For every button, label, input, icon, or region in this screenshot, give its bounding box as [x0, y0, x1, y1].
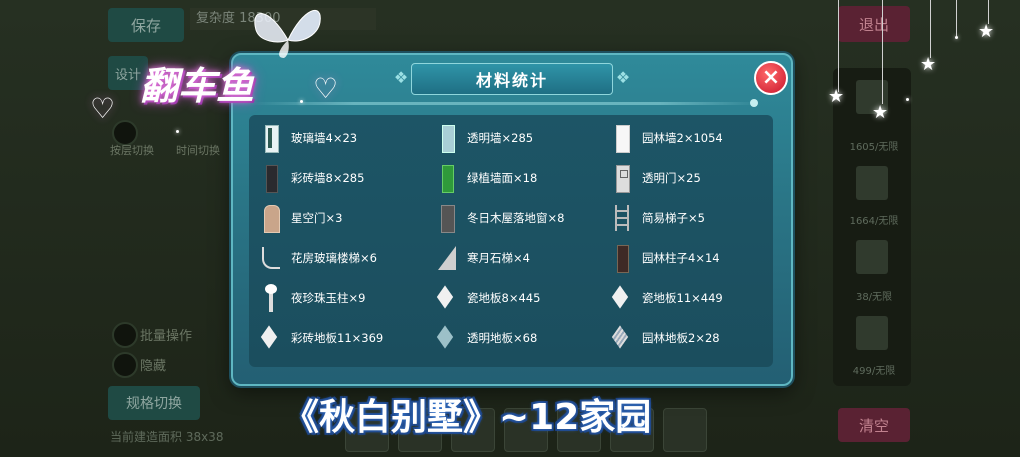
material-item: 瓷地板11×449 — [610, 283, 723, 313]
material-item: 园林柱子4×14 — [610, 243, 720, 273]
tile-grid-material-icon — [610, 324, 634, 352]
white-material-icon — [610, 124, 634, 153]
material-list: 玻璃墙4×23 透明墙×285 园林墙2×1054 彩砖墙8×285 绿植墙面×18 透明… — [249, 115, 773, 367]
sidebar-material-icon[interactable] — [856, 166, 888, 200]
star-string — [956, 0, 957, 36]
material-label: 园林墙2×1054 — [642, 131, 723, 145]
glass-material-icon — [259, 124, 283, 153]
hotbar-slot[interactable] — [663, 408, 707, 452]
material-item: 寒月石梯×4 — [435, 243, 530, 273]
star-string — [882, 0, 883, 104]
material-item: 玻璃墙4×23 — [259, 123, 357, 153]
star-string — [838, 0, 839, 92]
material-label: 瓷地板8×445 — [467, 291, 541, 305]
sparkle — [906, 98, 909, 101]
tile-material-icon — [435, 284, 459, 312]
material-item: 透明门×25 — [610, 163, 701, 193]
butterfly-icon — [254, 10, 321, 58]
material-label: 星空门×3 — [291, 211, 343, 225]
material-label: 花房玻璃楼梯×6 — [291, 251, 377, 265]
material-item: 夜珍珠玉柱×9 — [259, 283, 365, 313]
sidebar-count: 1664/无限 — [849, 216, 899, 227]
time-toggle-label: 时间切换 — [176, 144, 220, 157]
dialog-title-plate: ❖ 材料统计 ❖ — [394, 63, 630, 95]
exit-button[interactable]: 退出 — [838, 6, 910, 42]
material-label: 绿植墙面×18 — [467, 171, 538, 185]
ladder-material-icon — [610, 204, 634, 232]
material-item: 花房玻璃楼梯×6 — [259, 243, 377, 273]
material-item: 简易梯子×5 — [610, 203, 705, 233]
stair-material-icon — [259, 244, 283, 272]
material-label: 透明墙×285 — [467, 131, 534, 145]
sparkle — [176, 130, 179, 133]
batch-label: 批量操作 — [140, 329, 193, 344]
clear-button[interactable]: 清空 — [838, 408, 910, 442]
star-icon: ★ — [978, 21, 995, 42]
star-icon: ★ — [920, 54, 937, 75]
sidebar-count: 38/无限 — [855, 292, 893, 303]
material-label: 彩砖地板11×369 — [291, 331, 384, 345]
overlay-caption: 《秋白别墅》~12家园 — [283, 397, 652, 438]
heart-icon: ♡ — [313, 72, 339, 105]
lamp-material-icon — [259, 284, 283, 312]
sidebar-count: 499/无限 — [852, 366, 896, 377]
material-item: 绿植墙面×18 — [435, 163, 537, 193]
hide-label: 隐藏 — [140, 359, 167, 374]
material-item: 冬日木屋落地窗×8 — [435, 203, 564, 233]
door-material-icon — [610, 164, 634, 193]
material-item: 彩砖墙8×285 — [259, 163, 364, 193]
material-item: 园林地板2×28 — [610, 323, 720, 353]
material-label: 夜珍珠玉柱×9 — [291, 291, 366, 305]
layer-toggle-label: 按层切换 — [110, 144, 154, 157]
clear-material-icon — [435, 124, 459, 153]
star-string — [930, 0, 931, 58]
ornament-left-icon: ❖ — [393, 68, 409, 87]
door2-material-icon — [259, 204, 283, 233]
material-item: 透明地板×68 — [435, 323, 537, 353]
tile-material-icon — [610, 284, 634, 312]
material-item: 星空门×3 — [259, 203, 342, 233]
sidebar-material-icon[interactable] — [856, 316, 888, 350]
close-button[interactable]: × — [754, 61, 788, 95]
star-icon: ★ — [872, 102, 889, 123]
spec-switch-button[interactable]: 规格切换 — [108, 386, 200, 420]
divider-dot — [750, 99, 758, 107]
sidebar-count: 1605/无限 — [849, 142, 899, 153]
material-label: 寒月石梯×4 — [467, 251, 530, 265]
material-label: 透明门×25 — [642, 171, 701, 185]
sparkle — [300, 100, 303, 103]
material-label: 简易梯子×5 — [642, 211, 705, 225]
build-area-text: 当前建造面积 38x38 — [110, 430, 224, 444]
material-item: 透明墙×285 — [435, 123, 533, 153]
material-label: 瓷地板11×449 — [642, 291, 723, 305]
overlay-title: 翻车鱼 — [140, 64, 255, 108]
batch-checkbox[interactable] — [112, 322, 138, 348]
sparkle — [955, 36, 958, 39]
sidebar-material-icon[interactable] — [856, 240, 888, 274]
material-item: 园林墙2×1054 — [610, 123, 723, 153]
heart-icon: ♡ — [90, 92, 116, 125]
material-label: 玻璃墙4×23 — [291, 131, 358, 145]
material-label: 园林柱子4×14 — [642, 251, 720, 265]
window-material-icon — [435, 204, 459, 233]
ornament-right-icon: ❖ — [615, 68, 631, 87]
dark-material-icon — [259, 164, 283, 193]
tile-blue-material-icon — [435, 324, 459, 352]
material-label: 园林地板2×28 — [642, 331, 720, 345]
dialog-title: 材料统计 — [475, 71, 548, 90]
stair2-material-icon — [435, 244, 459, 272]
material-label: 冬日木屋落地窗×8 — [467, 211, 565, 225]
material-label: 透明地板×68 — [467, 331, 538, 345]
save-button[interactable]: 保存 — [108, 8, 184, 42]
pillar-material-icon — [610, 244, 634, 273]
material-item: 瓷地板8×445 — [435, 283, 540, 313]
star-icon: ★ — [828, 86, 845, 107]
hide-checkbox[interactable] — [112, 352, 138, 378]
material-label: 彩砖墙8×285 — [291, 171, 365, 185]
green-material-icon — [435, 164, 459, 193]
tile-material-icon — [259, 324, 283, 352]
material-item: 彩砖地板11×369 — [259, 323, 383, 353]
